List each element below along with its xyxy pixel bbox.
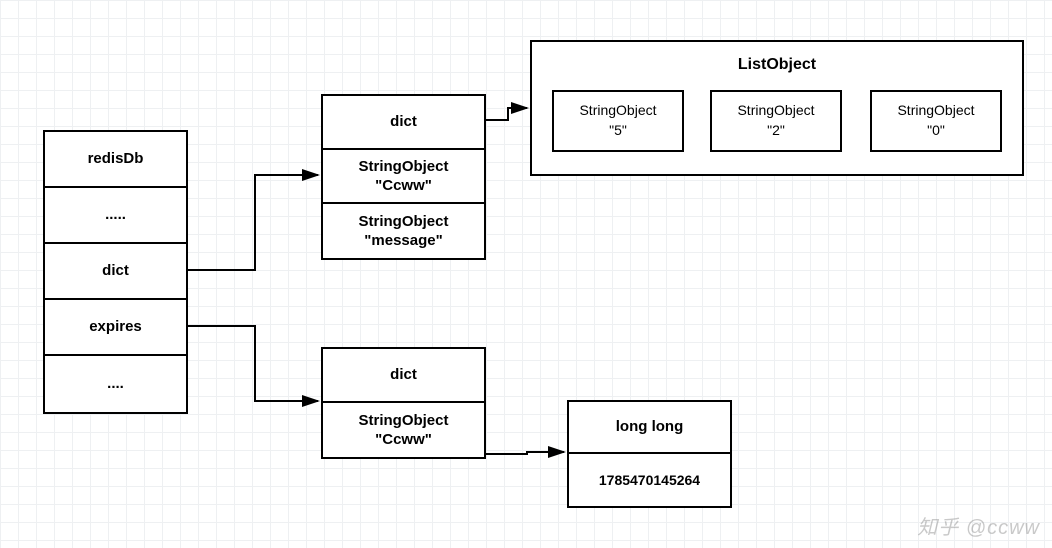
dict1-row: StringObject "Ccww" <box>323 150 484 204</box>
dict1-value: "message" <box>364 231 442 251</box>
dict1-label: StringObject <box>358 212 448 232</box>
dict2-value: "Ccww" <box>375 430 432 450</box>
listobject-item-value: "0" <box>927 121 945 141</box>
listobject-item-value: "2" <box>767 121 785 141</box>
listobject-item-value: "5" <box>609 121 627 141</box>
dict2-row: StringObject "Ccww" <box>323 403 484 457</box>
dict1-box: dict StringObject "Ccww" StringObject "m… <box>321 94 486 260</box>
longlong-label: long long <box>569 402 730 454</box>
redisdb-box: redisDb ..... dict expires .... <box>43 130 188 414</box>
listobject-item-label: StringObject <box>897 101 974 121</box>
listobject-item: StringObject "0" <box>870 90 1002 152</box>
listobject-title: ListObject <box>532 56 1022 74</box>
watermark: 知乎 @ccww <box>917 511 1040 540</box>
redisdb-row: ..... <box>45 188 186 244</box>
dict1-value: "Ccww" <box>375 176 432 196</box>
longlong-value: 1785470145264 <box>569 454 730 506</box>
listobject-box: ListObject StringObject "5" StringObject… <box>530 40 1024 176</box>
listobject-item: StringObject "2" <box>710 90 842 152</box>
redisdb-row: dict <box>45 244 186 300</box>
dict1-label: StringObject <box>358 157 448 177</box>
listobject-item-label: StringObject <box>579 101 656 121</box>
dict2-box: dict StringObject "Ccww" <box>321 347 486 459</box>
dict2-row: dict <box>323 349 484 403</box>
dict1-row: StringObject "message" <box>323 204 484 258</box>
redisdb-row: expires <box>45 300 186 356</box>
dict2-label: StringObject <box>358 411 448 431</box>
listobject-item-label: StringObject <box>737 101 814 121</box>
redisdb-row: .... <box>45 356 186 412</box>
dict2-label: dict <box>390 365 417 385</box>
listobject-item: StringObject "5" <box>552 90 684 152</box>
dict1-label: dict <box>390 112 417 132</box>
dict1-row: dict <box>323 96 484 150</box>
redisdb-row: redisDb <box>45 132 186 188</box>
longlong-box: long long 1785470145264 <box>567 400 732 508</box>
